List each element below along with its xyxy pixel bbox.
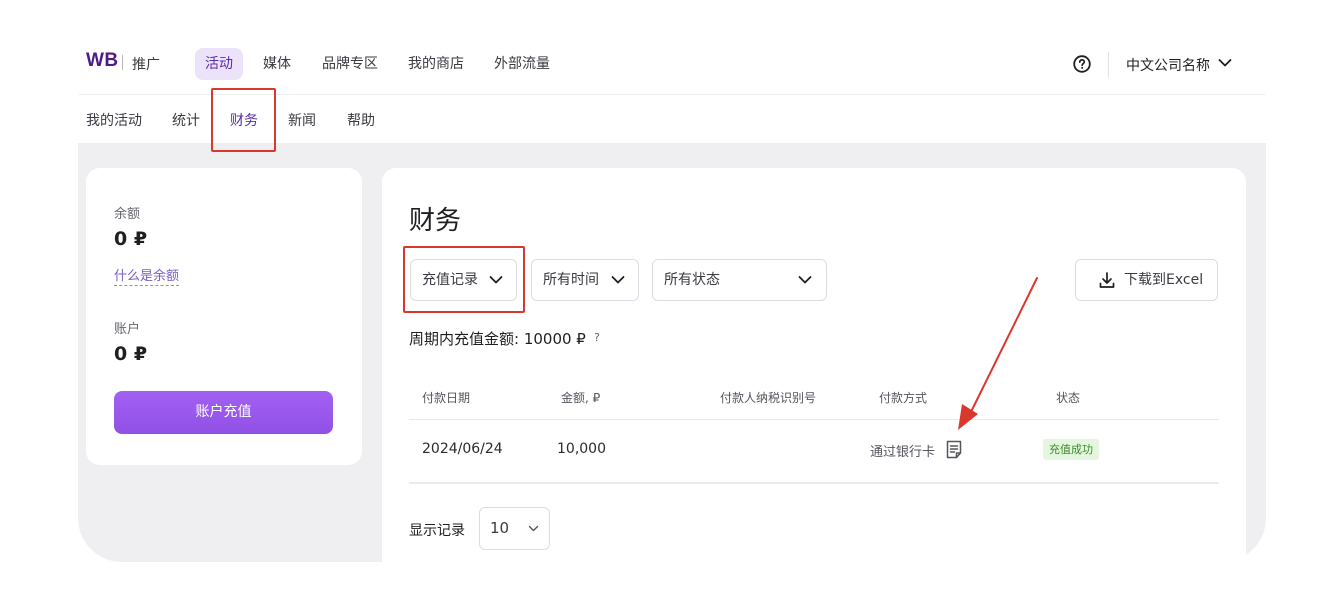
period-help-icon[interactable]: ? [594, 331, 600, 344]
logo-divider [122, 55, 123, 70]
company-name[interactable]: 中文公司名称 [1126, 55, 1210, 75]
topnav-item-my-store[interactable]: 我的商店 [398, 48, 474, 80]
page-size-value: 10 [490, 519, 510, 537]
page-size-label: 显示记录 [409, 523, 465, 539]
topbar-divider [1108, 52, 1109, 78]
page-size-select[interactable]: 10 [479, 507, 550, 550]
subnav-item-help[interactable]: 帮助 [347, 110, 375, 130]
table-header-amount[interactable]: 金额, ₽ [561, 389, 600, 406]
topnav-item-brand-zone[interactable]: 品牌专区 [312, 48, 388, 80]
annotation-box-finance-tab [211, 88, 276, 152]
time-range-select[interactable]: 所有时间 [531, 259, 639, 301]
page-title: 财务 [409, 206, 462, 236]
question-circle-icon[interactable] [1073, 55, 1091, 73]
download-excel-label: 下载到Excel [1124, 272, 1204, 288]
chevron-down-icon [611, 276, 625, 284]
what-is-balance-link[interactable]: 什么是余额 [114, 265, 180, 286]
balance-label: 余额 [114, 207, 141, 222]
table-header-status[interactable]: 状态 [1056, 389, 1080, 406]
table-cell-payment-method: 通过银行卡 [870, 445, 936, 460]
annotation-box-record-type [403, 246, 525, 313]
chevron-down-icon [798, 276, 812, 284]
table-header-date[interactable]: 付款日期 [422, 389, 470, 406]
period-topup-total: 周期内充值金额: 10000 ₽ [409, 330, 586, 348]
topnav-item-external-traffic[interactable]: 外部流量 [484, 48, 560, 80]
subnav-item-my-campaigns[interactable]: 我的活动 [86, 110, 142, 130]
table-header-payer-tin[interactable]: 付款人纳税识别号 [720, 389, 816, 406]
account-label: 账户 [114, 322, 141, 337]
time-range-value: 所有时间 [543, 272, 599, 288]
status-filter-value: 所有状态 [664, 272, 720, 288]
table-header-divider [409, 419, 1219, 420]
topup-account-button[interactable]: 账户充值 [114, 391, 333, 434]
chevron-down-icon[interactable] [1218, 58, 1232, 68]
balance-value: 0 ₽ [114, 228, 148, 250]
annotation-arrow [958, 277, 1038, 430]
receipt-icon[interactable] [945, 440, 963, 459]
subnav-item-statistics[interactable]: 统计 [172, 110, 200, 130]
brand-logo[interactable]: WB [86, 50, 119, 72]
topnav-item-campaigns[interactable]: 活动 [195, 48, 243, 80]
table-cell-amount: 10,000 [557, 441, 606, 457]
brand-subtitle: 推广 [132, 57, 160, 73]
chevron-down-icon [528, 525, 539, 532]
table-row-divider [409, 482, 1219, 484]
download-icon [1099, 272, 1115, 288]
status-badge: 充值成功 [1043, 439, 1099, 460]
account-value: 0 ₽ [114, 343, 148, 365]
topnav-item-media[interactable]: 媒体 [253, 48, 301, 80]
download-excel-button[interactable]: 下载到Excel [1075, 259, 1218, 301]
subnav-item-news[interactable]: 新闻 [288, 110, 316, 130]
table-header-payment-method[interactable]: 付款方式 [879, 389, 927, 406]
status-select[interactable]: 所有状态 [652, 259, 827, 301]
table-cell-date: 2024/06/24 [422, 441, 503, 457]
